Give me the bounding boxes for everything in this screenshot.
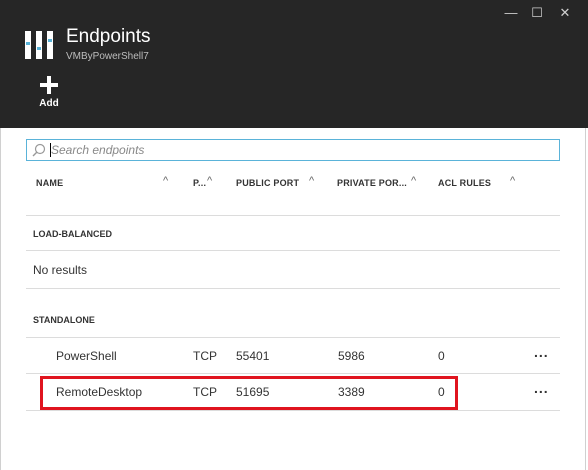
endpoint-protocol: TCP xyxy=(193,385,217,399)
sort-acl-rules-icon[interactable]: ^ xyxy=(510,175,515,187)
divider xyxy=(26,410,560,411)
section-label-standalone: STANDALONE xyxy=(33,315,95,325)
search-input[interactable] xyxy=(51,142,551,158)
more-options-icon[interactable]: ... xyxy=(534,380,549,396)
column-header-acl-rules[interactable]: ACL RULES xyxy=(438,178,491,188)
search-box[interactable] xyxy=(26,139,560,161)
plus-icon xyxy=(40,76,58,94)
column-header-public-port[interactable]: PUBLIC PORT xyxy=(236,178,299,188)
endpoints-blade: Endpoints VMByPowerShell7 — ☐ ✕ Add NAME… xyxy=(0,0,588,470)
blade-header: Endpoints VMByPowerShell7 — ☐ ✕ Add xyxy=(0,0,588,128)
sort-private-port-icon[interactable]: ^ xyxy=(411,175,416,187)
sort-name-icon[interactable]: ^ xyxy=(163,175,168,187)
endpoint-acl-rules: 0 xyxy=(438,349,445,363)
maximize-icon[interactable]: ☐ xyxy=(526,4,548,22)
endpoint-private-port: 5986 xyxy=(338,349,365,363)
endpoint-public-port: 51695 xyxy=(236,385,270,399)
more-options-icon[interactable]: ... xyxy=(534,344,549,360)
blade-subtitle: VMByPowerShell7 xyxy=(66,51,149,62)
column-header-protocol[interactable]: P... xyxy=(193,178,206,188)
minimize-icon[interactable]: — xyxy=(500,4,522,22)
section-label-load-balanced: LOAD-BALANCED xyxy=(33,229,112,239)
endpoint-private-port: 3389 xyxy=(338,385,365,399)
table-row[interactable]: PowerShell TCP 55401 5986 0 ... xyxy=(26,338,560,374)
endpoint-name: RemoteDesktop xyxy=(56,385,143,399)
no-results-text: No results xyxy=(33,263,88,277)
divider xyxy=(26,215,560,216)
add-label: Add xyxy=(39,98,59,109)
divider xyxy=(26,250,560,251)
add-button[interactable]: Add xyxy=(32,76,68,116)
search-icon xyxy=(32,143,46,157)
blade-title: Endpoints xyxy=(66,26,151,47)
close-icon[interactable]: ✕ xyxy=(554,4,576,22)
column-header-private-port[interactable]: PRIVATE POR... xyxy=(337,178,407,188)
sort-protocol-icon[interactable]: ^ xyxy=(207,175,212,187)
endpoint-public-port: 55401 xyxy=(236,349,270,363)
text-caret xyxy=(50,143,51,157)
table-row[interactable]: RemoteDesktop TCP 51695 3389 0 ... xyxy=(26,374,560,410)
sort-public-port-icon[interactable]: ^ xyxy=(309,175,314,187)
column-header-name[interactable]: NAME xyxy=(36,178,63,188)
endpoint-acl-rules: 0 xyxy=(438,385,445,399)
endpoints-app-icon xyxy=(25,31,53,59)
divider xyxy=(26,288,560,289)
endpoint-name: PowerShell xyxy=(56,349,117,363)
endpoint-protocol: TCP xyxy=(193,349,217,363)
